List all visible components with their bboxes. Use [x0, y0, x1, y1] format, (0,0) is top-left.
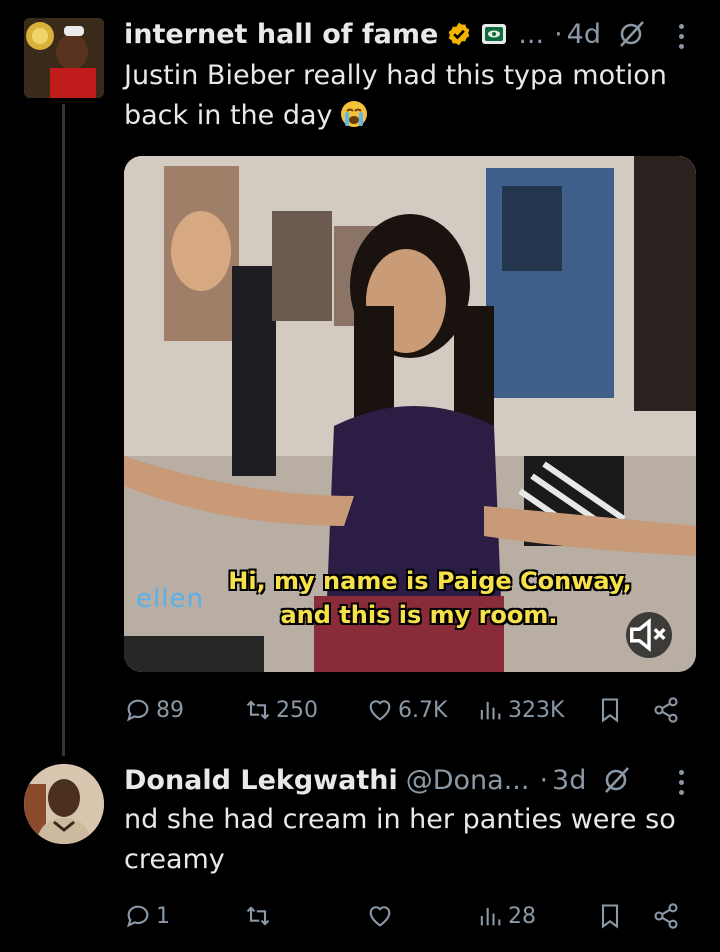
- views-button[interactable]: 323K: [476, 690, 564, 730]
- like-button[interactable]: 6.7K: [366, 690, 447, 730]
- separator-dot: ·: [554, 18, 563, 50]
- repost-icon: [246, 700, 270, 720]
- header-ellipsis: ...: [518, 18, 545, 50]
- author-avatar[interactable]: [24, 18, 104, 98]
- repost-button[interactable]: [244, 896, 272, 936]
- author-name[interactable]: Donald Lekgwathi: [124, 765, 398, 796]
- views-count: 323K: [508, 697, 565, 723]
- video-player[interactable]: ellen Hi, my name is Paige Conway, and t…: [124, 156, 696, 672]
- bookmark-button[interactable]: [596, 690, 624, 730]
- loudly-crying-emoji: [339, 99, 369, 129]
- reply-count: 89: [156, 697, 184, 723]
- reply-button[interactable]: 1: [124, 896, 170, 936]
- repost-button[interactable]: 250: [244, 690, 318, 730]
- tweet-time[interactable]: 3d: [552, 765, 586, 796]
- thread-line: [62, 104, 65, 756]
- views-icon: [480, 701, 501, 720]
- video-caption: Hi, my name is Paige Conway, and this is…: [124, 564, 696, 632]
- author-name[interactable]: internet hall of fame: [124, 19, 438, 50]
- tweet-actions: 1 28: [124, 896, 694, 936]
- caption-line-1: Hi, my name is Paige Conway,: [228, 567, 632, 595]
- reply-icon: [126, 905, 149, 928]
- bookmark-icon: [601, 698, 619, 723]
- tweet-text: Justin Bieber really had this typa motio…: [124, 60, 667, 131]
- tweet-actions: 89 250 6.7K 323K: [124, 690, 694, 730]
- share-button[interactable]: [652, 896, 680, 936]
- more-icon[interactable]: [676, 24, 686, 49]
- like-icon: [369, 700, 391, 721]
- separator-dot: ·: [539, 764, 549, 796]
- tweet-text: nd she had cream in her panties were so …: [124, 804, 676, 875]
- share-icon: [654, 903, 678, 929]
- like-count: 6.7K: [398, 697, 448, 723]
- reply-tweet[interactable]: Donald Lekgwathi @Dona... · 3d nd she ha…: [0, 750, 720, 952]
- more-icon[interactable]: [676, 770, 686, 795]
- tweet-header: Donald Lekgwathi @Dona... · 3d: [124, 760, 632, 800]
- reply-icon: [126, 699, 149, 722]
- repost-icon: [246, 906, 270, 926]
- verified-badge-icon[interactable]: [446, 21, 472, 47]
- share-icon: [654, 697, 678, 723]
- caption-line-2: and this is my room.: [280, 601, 558, 629]
- author-handle[interactable]: @Dona...: [406, 765, 530, 796]
- author-avatar[interactable]: [24, 764, 104, 844]
- like-icon: [369, 906, 391, 927]
- views-icon: [480, 907, 501, 926]
- views-count: 28: [508, 903, 536, 929]
- reply-button[interactable]: 89: [124, 690, 184, 730]
- grok-icon[interactable]: [617, 19, 647, 49]
- bookmark-icon: [601, 904, 619, 929]
- repost-count: 250: [276, 697, 318, 723]
- tweet-header: internet hall of fame ... · 4d: [124, 14, 647, 54]
- tweet-time[interactable]: 4d: [567, 19, 601, 50]
- like-button[interactable]: [366, 896, 394, 936]
- grok-icon[interactable]: [602, 765, 632, 795]
- mute-button[interactable]: [626, 612, 672, 658]
- views-button[interactable]: 28: [476, 896, 536, 936]
- mute-icon: [630, 617, 666, 653]
- tweet[interactable]: internet hall of fame ... · 4d Justin Bi…: [0, 0, 720, 756]
- share-button[interactable]: [652, 690, 680, 730]
- bookmark-button[interactable]: [596, 896, 624, 936]
- affiliate-badge-icon[interactable]: [480, 22, 508, 46]
- reply-count: 1: [156, 903, 170, 929]
